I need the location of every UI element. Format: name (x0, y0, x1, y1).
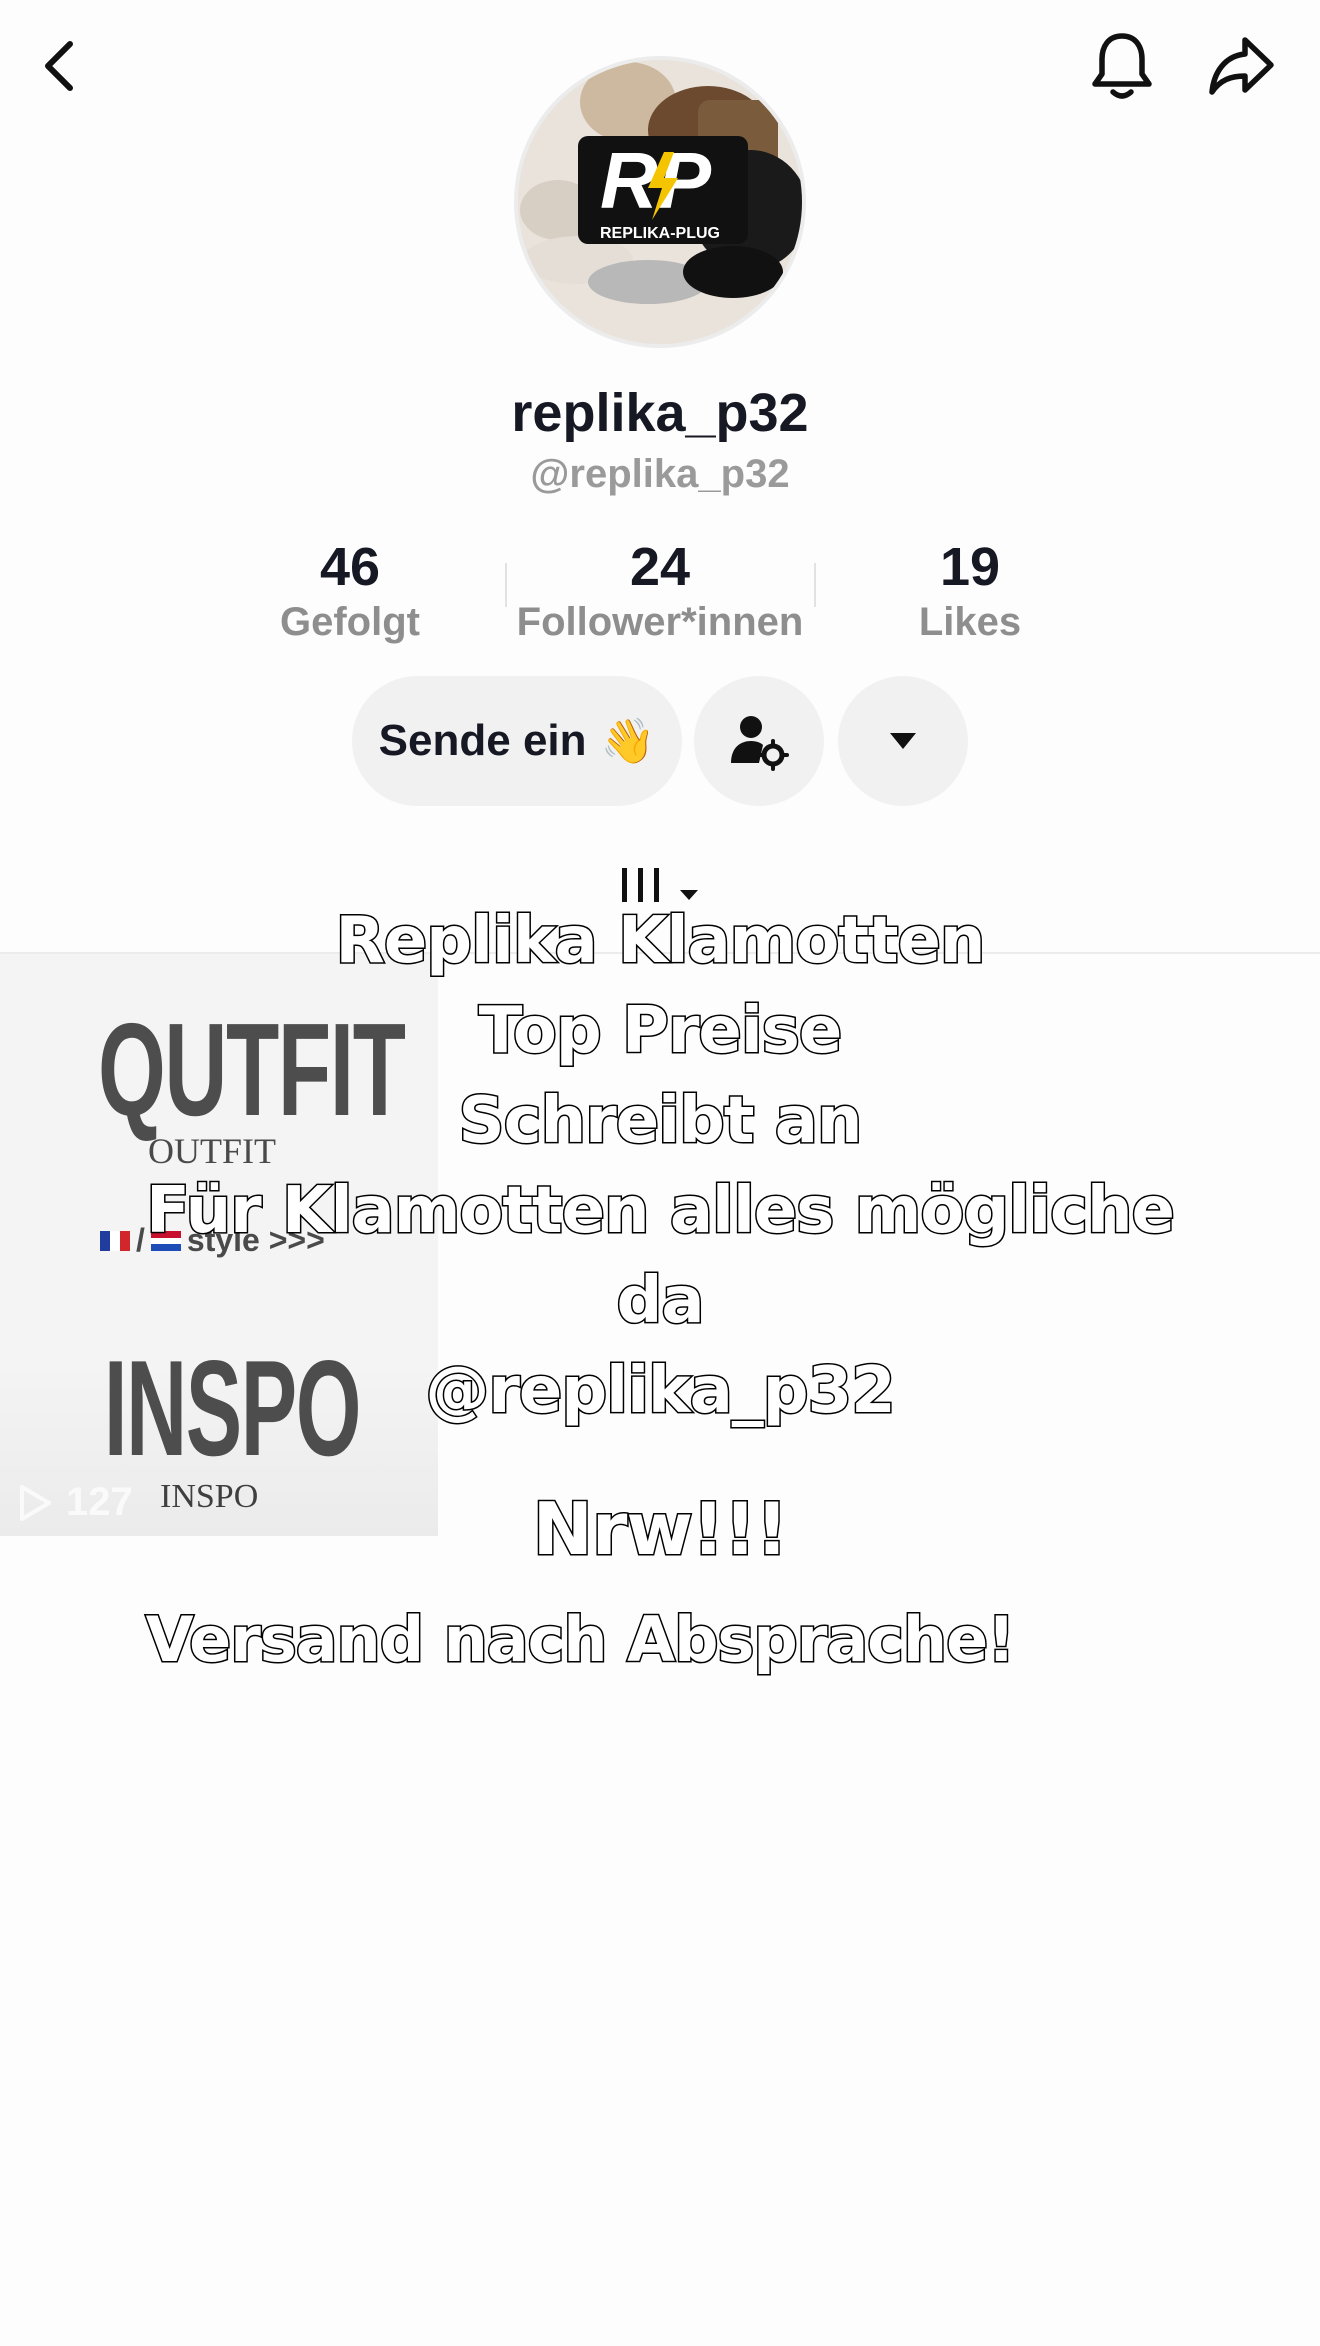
overlay-line: Replika Klamotten (334, 903, 987, 980)
overlay-caption: Replika Klamotten Top Preise Schreibt an… (0, 896, 1320, 1436)
profile-handle: @replika_p32 (530, 452, 790, 496)
chevron-left-icon (45, 41, 73, 91)
follow-settings-button[interactable] (694, 676, 824, 806)
overlay-versand-text: Versand nach Absprache! (144, 1602, 1017, 1678)
more-options-dropdown-button[interactable] (838, 676, 968, 806)
overlay-line: da (615, 1263, 706, 1340)
stat-following-label: Gefolgt (280, 600, 420, 644)
share-arrow-icon (1209, 37, 1274, 95)
overlay-line: Schreibt an (457, 1083, 864, 1160)
back-button[interactable] (22, 28, 98, 104)
stat-likes-value: 19 (939, 537, 1001, 597)
overlay-line: Für Klamotten alles mögliche (145, 1173, 1177, 1250)
caret-down-icon (890, 733, 916, 749)
avatar-logo-subtext: REPLIKA-PLUG (600, 225, 720, 242)
stat-likes-label: Likes (918, 600, 1022, 644)
overlay-line: @replika_p32 (424, 1353, 897, 1430)
overlay-nrw-text: Nrw!!! (531, 1486, 790, 1573)
stat-followers-value: 24 (629, 537, 691, 597)
profile-username: replika_p32 (511, 383, 809, 443)
stat-followers[interactable]: 24 Follower*innen (500, 536, 820, 646)
stat-divider (814, 563, 816, 607)
overlay-line: Top Preise (477, 993, 844, 1070)
stat-following[interactable]: 46 Gefolgt (240, 536, 460, 646)
profile-avatar[interactable]: RP REPLIKA-PLUG (514, 56, 806, 348)
person-gear-icon (731, 716, 789, 771)
stat-following-value: 46 (319, 537, 381, 597)
wave-emoji-icon: 👋 (600, 717, 656, 766)
send-message-label: Sende ein (378, 716, 587, 765)
share-button[interactable] (1204, 28, 1280, 104)
notification-bell-button[interactable] (1084, 28, 1160, 104)
bell-icon (1092, 33, 1152, 99)
send-message-button[interactable]: Sende ein 👋 (352, 676, 682, 806)
stat-likes[interactable]: 19 Likes (860, 536, 1080, 646)
stat-followers-label: Follower*innen (516, 600, 804, 644)
